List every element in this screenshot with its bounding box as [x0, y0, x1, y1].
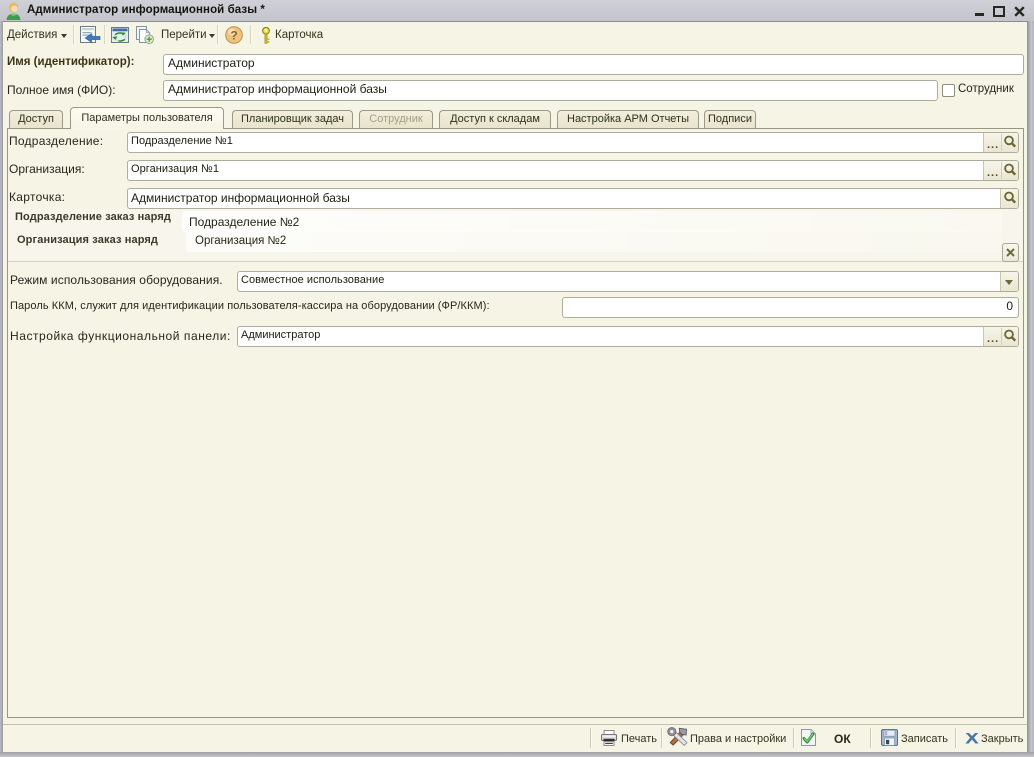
svg-text:?: ? — [230, 28, 237, 42]
